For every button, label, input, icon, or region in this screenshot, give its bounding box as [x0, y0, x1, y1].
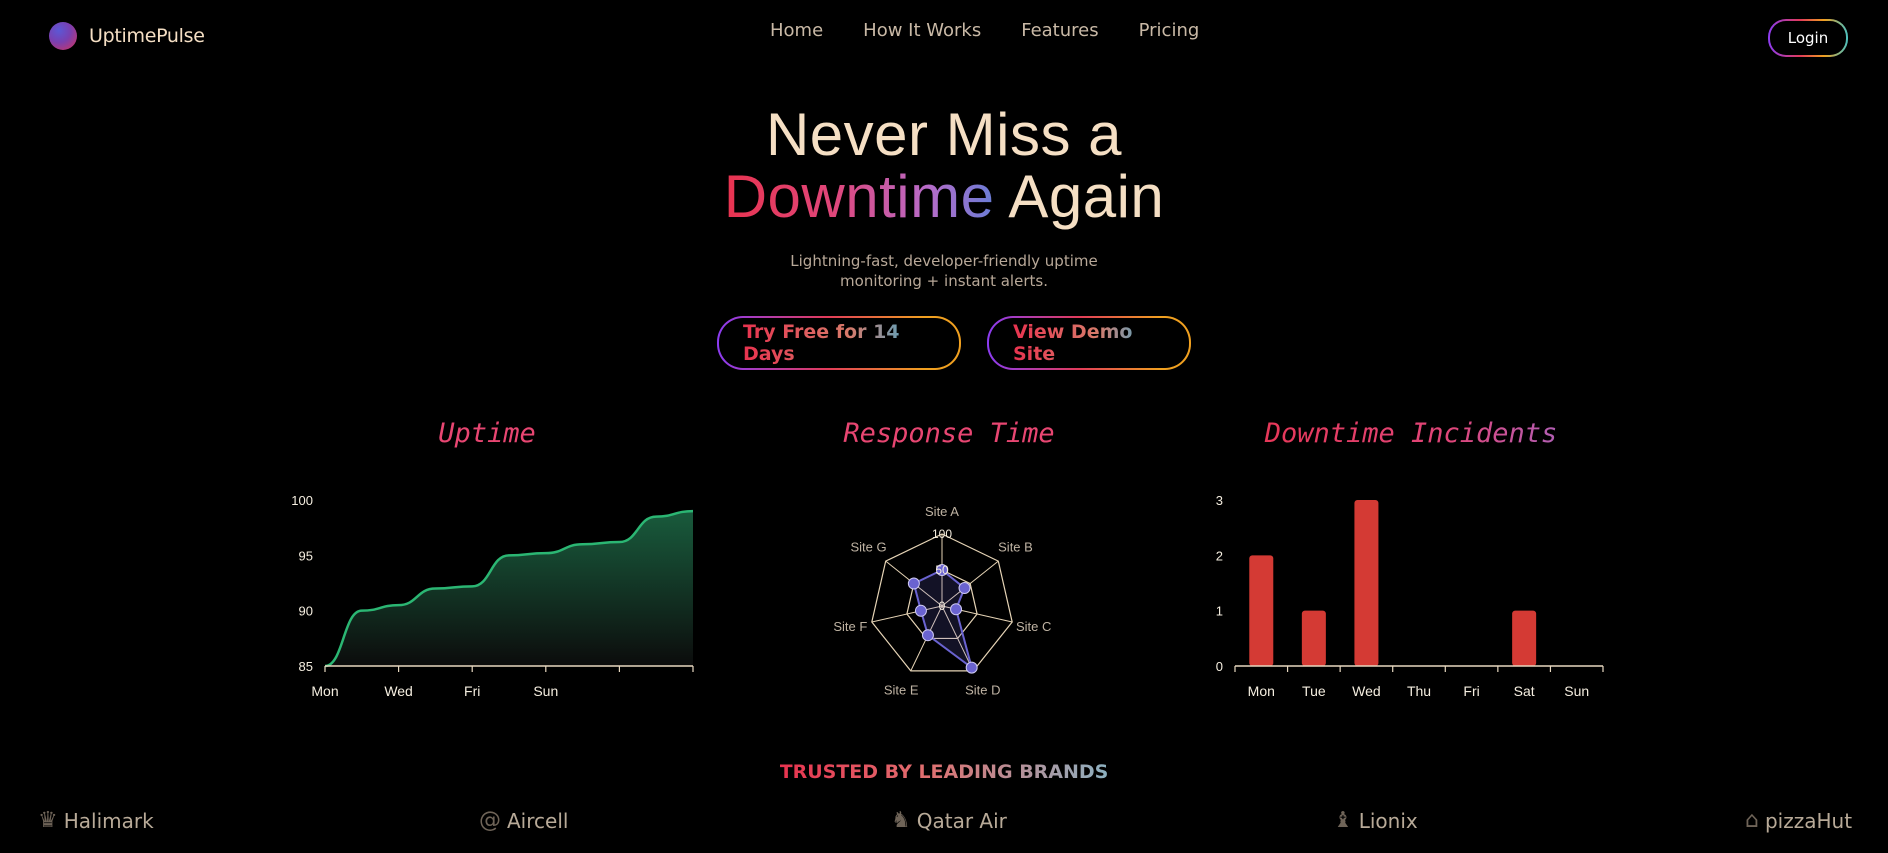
radar-axis-label: Site B	[998, 539, 1033, 554]
logo-icon	[49, 22, 77, 50]
hero-subtitle: Lightning-fast, developer-friendly uptim…	[0, 251, 1888, 291]
brand-name-halimark: Halimark	[63, 808, 154, 833]
crown-icon: ♛	[38, 808, 58, 833]
radar-axis-label: Site A	[925, 504, 959, 519]
nav-link-home[interactable]: Home	[770, 20, 823, 41]
oryx-icon: ♞	[891, 808, 911, 833]
view-demo-label-wrap: View Demo Site	[989, 318, 1189, 368]
lion-icon: ♝	[1333, 808, 1353, 833]
downtime-x-tick-label: Mon	[1248, 683, 1275, 699]
response-radar-chart: 0 50 100 Site A Site B Site C Site D Site E Site…	[833, 504, 1051, 698]
brand-logo-aircell: @ Aircell	[479, 808, 568, 833]
uptime-y-tick-label: 90	[299, 604, 313, 619]
downtime-x-tick-label: Sun	[1564, 683, 1589, 699]
downtime-y-tick-label: 2	[1216, 548, 1223, 563]
downtime-x-tick-label: Thu	[1407, 683, 1431, 699]
try-free-button[interactable]: Try Free for 14 Days	[717, 316, 961, 370]
brands-heading: TRUSTED BY LEADING BRANDS	[0, 761, 1888, 783]
uptime-y-tick-label: 100	[291, 493, 313, 508]
radar-r-tick-label: 50	[935, 563, 949, 577]
uptime-chart: 85 90 95 100 Mon Wed Fri Sun	[291, 493, 694, 699]
brand-name-pizzahut: pizzaHut	[1764, 808, 1853, 833]
uptime-y-tick-label: 85	[299, 659, 313, 674]
brand[interactable]: UptimePulse	[49, 22, 205, 50]
downtime-bar	[1249, 555, 1274, 666]
uptime-x-tick-label: Wed	[384, 683, 413, 699]
hero-line-2-rest: Again	[994, 163, 1165, 230]
downtime-bar	[1301, 610, 1326, 666]
hero-subtitle-line-1: Lightning-fast, developer-friendly uptim…	[790, 252, 1098, 270]
hero-heading: Never Miss a Downtime Again	[0, 104, 1888, 228]
try-free-label-wrap: Try Free for 14 Days	[719, 318, 959, 368]
uptime-area-fill	[325, 511, 693, 666]
login-label: Login	[1770, 21, 1846, 55]
radar-r-tick-label: 0	[939, 599, 946, 613]
downtime-y-tick-label: 3	[1216, 493, 1223, 508]
nav-link-how-it-works[interactable]: How It Works	[863, 20, 981, 41]
downtime-bar	[1512, 610, 1537, 666]
radar-axis-label: Site F	[833, 619, 867, 634]
radar-r-tick-label: 100	[932, 527, 952, 541]
uptime-x-tick-label: Fri	[464, 683, 480, 699]
nav-link-features[interactable]: Features	[1021, 20, 1098, 41]
top-navbar: UptimePulse Home How It Works Features P…	[0, 0, 1888, 76]
downtime-x-tick-label: Sat	[1514, 683, 1535, 699]
downtime-x-tick-label: Wed	[1352, 683, 1381, 699]
nav-links: Home How It Works Features Pricing	[770, 20, 1199, 41]
brand-name-qatar-air: Qatar Air	[916, 808, 1007, 833]
downtime-x-tick-label: Fri	[1463, 683, 1479, 699]
brands-heading-text: TRUSTED BY LEADING BRANDS	[779, 761, 1109, 783]
downtime-x-tick-label: Tue	[1302, 683, 1326, 699]
brand-name-lionix: Lionix	[1358, 808, 1418, 833]
brand-logo-qatar-air: ♞ Qatar Air	[891, 808, 1007, 833]
hero-line-2: Downtime Again	[0, 166, 1888, 228]
brand-name: UptimePulse	[89, 25, 205, 47]
hero-highlight-word: Downtime	[723, 163, 995, 230]
pizza-hut-icon: ⌂	[1745, 808, 1759, 833]
brand-logo-halimark: ♛ Halimark	[38, 808, 154, 833]
hero-subtitle-line-2: monitoring + instant alerts.	[840, 272, 1048, 290]
radar-point	[907, 577, 920, 590]
downtime-y-tick-label: 0	[1216, 659, 1223, 674]
uptime-x-tick-label: Mon	[311, 683, 338, 699]
nav-link-pricing[interactable]: Pricing	[1139, 20, 1200, 41]
brand-name-aircell: Aircell	[507, 808, 569, 833]
swirl-icon: @	[479, 808, 501, 833]
radar-axis-label: Site D	[965, 683, 1000, 698]
uptime-y-tick-label: 95	[299, 548, 313, 563]
brand-logo-pizzahut: ⌂ pizzaHut	[1745, 808, 1852, 833]
try-free-label: Try Free for 14 Days	[743, 321, 935, 365]
hero-line-1: Never Miss a	[765, 101, 1123, 168]
brand-logo-lionix: ♝ Lionix	[1333, 808, 1418, 833]
radar-point	[950, 603, 963, 616]
response-chart-title: Response Time	[843, 418, 1055, 449]
radar-axis-label: Site E	[884, 683, 919, 698]
radar-point	[958, 582, 971, 595]
uptime-chart-title: Uptime	[438, 418, 536, 449]
radar-axis-label: Site C	[1016, 619, 1051, 634]
uptime-x-tick-label: Sun	[533, 683, 558, 699]
radar-point	[965, 661, 978, 674]
radar-point	[921, 629, 934, 642]
radar-axis-label: Site G	[850, 539, 886, 554]
cta-row: Try Free for 14 Days View Demo Site	[717, 316, 1191, 370]
radar-point	[914, 604, 927, 617]
downtime-chart-title: Downtime Incidents	[1211, 418, 1611, 449]
downtime-bar-chart: 0 1 2 3 Mon Tue Wed Thu Fri Sat Sun	[1216, 493, 1604, 699]
downtime-bar	[1354, 500, 1379, 666]
view-demo-label: View Demo Site	[1013, 321, 1165, 365]
view-demo-button[interactable]: View Demo Site	[987, 316, 1191, 370]
login-button[interactable]: Login	[1768, 19, 1848, 57]
downtime-y-tick-label: 1	[1216, 604, 1223, 619]
